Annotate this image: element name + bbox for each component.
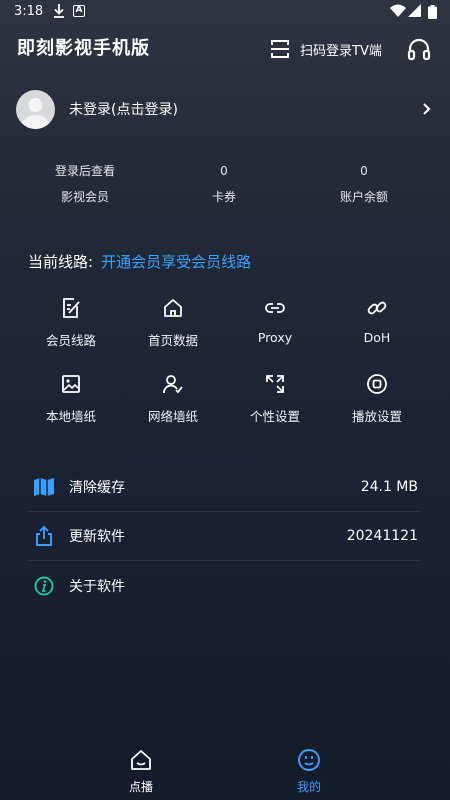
- grid-label: 个性设置: [249, 409, 300, 424]
- chain-icon: [367, 301, 387, 315]
- list-label: 关于软件: [69, 578, 125, 595]
- cache-size-value: 24.1 MB: [360, 479, 418, 495]
- edit-doc-icon: [63, 298, 80, 318]
- grid-label: DoH: [363, 330, 391, 345]
- signal-icon: [408, 4, 421, 17]
- grid-label: Proxy: [257, 330, 293, 345]
- route-label: 当前线路:: [28, 253, 94, 271]
- stat-vip-value: 登录后查看: [54, 164, 115, 178]
- grid-item-proxy[interactable]: Proxy: [224, 295, 326, 355]
- scan-login-label: 扫码登录TV端: [300, 43, 382, 59]
- vip-route-link[interactable]: 开通会员享受会员线路: [101, 251, 251, 272]
- home-smile-icon: [131, 750, 151, 770]
- version-value: 20241121: [346, 528, 418, 544]
- stat-vip-label: 影视会员: [60, 190, 109, 204]
- tab-label: 我的: [296, 780, 321, 794]
- login-prompt[interactable]: 未登录(点击登录): [69, 99, 420, 119]
- grid-item-personalize[interactable]: 个性设置: [224, 371, 326, 431]
- scan-icon: [271, 40, 289, 58]
- grid-item-local-wallpaper[interactable]: 本地墙纸: [20, 371, 122, 431]
- list-label: 清除缓存: [69, 480, 125, 496]
- list-item-about[interactable]: 关于软件: [28, 561, 420, 610]
- tab-vod[interactable]: 点播: [91, 748, 191, 795]
- list-item-update-software[interactable]: 更新软件 20241121: [28, 512, 420, 561]
- app-bar: 即刻影视手机版 扫码登录TV端: [0, 30, 450, 68]
- status-bar: 3:18 A: [0, 0, 450, 24]
- wifi-icon: [390, 4, 406, 17]
- stat-coupon[interactable]: 0 卡券: [164, 160, 284, 207]
- map-icon: [34, 478, 54, 496]
- share-icon: [36, 525, 52, 546]
- smile-face-icon: [298, 749, 320, 771]
- stat-balance[interactable]: 0 账户余额: [304, 160, 424, 207]
- status-time: 3:18: [14, 4, 44, 19]
- grid-item-home-data[interactable]: 首页数据: [122, 295, 224, 355]
- grid-label: 首页数据: [147, 333, 198, 348]
- stat-balance-value: 0: [360, 164, 368, 178]
- grid-item-playback-settings[interactable]: 播放设置: [326, 371, 428, 431]
- list-item-clear-cache[interactable]: 清除缓存 24.1 MB: [28, 463, 420, 512]
- image-icon: [62, 375, 80, 393]
- bottom-tab-bar: 点播 我的: [0, 740, 450, 800]
- link-icon: [265, 303, 285, 313]
- grid-item-network-wallpaper[interactable]: 网络墙纸: [122, 371, 224, 431]
- grid-label: 本地墙纸: [45, 409, 96, 424]
- stat-balance-label: 账户余额: [339, 190, 388, 204]
- stat-coupon-label: 卡券: [211, 190, 236, 204]
- grid-label: 网络墙纸: [147, 409, 198, 424]
- default-avatar-icon: [21, 97, 50, 129]
- headset-icon[interactable]: [406, 36, 432, 62]
- app-title: 即刻影视手机版: [17, 38, 150, 59]
- chevron-right-icon[interactable]: [420, 102, 434, 116]
- profile-row[interactable]: 未登录(点击登录): [16, 88, 434, 130]
- grid-item-vip-route[interactable]: 会员线路: [20, 295, 122, 355]
- grid-label: 播放设置: [351, 409, 402, 424]
- record-icon: [367, 374, 387, 394]
- scan-login-tv-button[interactable]: 扫码登录TV端: [270, 36, 382, 62]
- grid-label: 会员线路: [45, 333, 96, 348]
- tab-mine[interactable]: 我的: [259, 748, 359, 795]
- avatar[interactable]: [16, 89, 55, 129]
- tab-label: 点播: [128, 780, 153, 794]
- stat-coupon-value: 0: [220, 164, 228, 178]
- battery-icon: [428, 5, 437, 19]
- stat-vip[interactable]: 登录后查看 影视会员: [25, 160, 145, 207]
- expand-icon: [266, 375, 284, 393]
- user-check-icon: [163, 375, 183, 394]
- settings-list: 清除缓存 24.1 MB 更新软件 20241121 关于软件: [28, 463, 420, 610]
- notification-a-icon: A: [73, 5, 85, 17]
- home-icon: [164, 299, 182, 317]
- list-label: 更新软件: [69, 529, 125, 545]
- grid-item-doh[interactable]: DoH: [326, 295, 428, 355]
- current-route: 当前线路: 开通会员享受会员线路: [28, 251, 251, 272]
- info-icon: [34, 576, 54, 595]
- account-stats: 登录后查看 影视会员 0 卡券 0 账户余额: [0, 160, 450, 212]
- download-icon: [54, 4, 64, 18]
